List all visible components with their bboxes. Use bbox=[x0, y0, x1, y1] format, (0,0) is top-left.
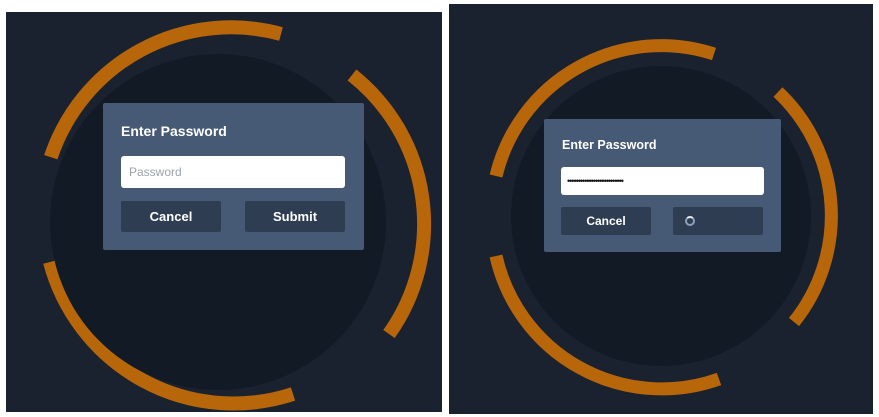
password-prompt-submitting: Enter Password Cancel bbox=[449, 4, 873, 414]
password-input[interactable] bbox=[121, 156, 345, 188]
password-prompt-empty: Enter Password Cancel Submit bbox=[6, 12, 442, 412]
password-dialog: Enter Password Cancel Submit bbox=[103, 103, 364, 250]
cancel-button[interactable]: Cancel bbox=[561, 207, 651, 235]
password-input[interactable] bbox=[561, 167, 764, 195]
dialog-title: Enter Password bbox=[121, 123, 227, 139]
submit-button[interactable]: Submit bbox=[245, 201, 345, 232]
loading-spinner-icon bbox=[685, 216, 695, 226]
password-dialog: Enter Password Cancel bbox=[544, 119, 781, 252]
cancel-button[interactable]: Cancel bbox=[121, 201, 221, 232]
submit-button-loading[interactable] bbox=[673, 207, 763, 235]
dialog-title: Enter Password bbox=[562, 138, 657, 152]
